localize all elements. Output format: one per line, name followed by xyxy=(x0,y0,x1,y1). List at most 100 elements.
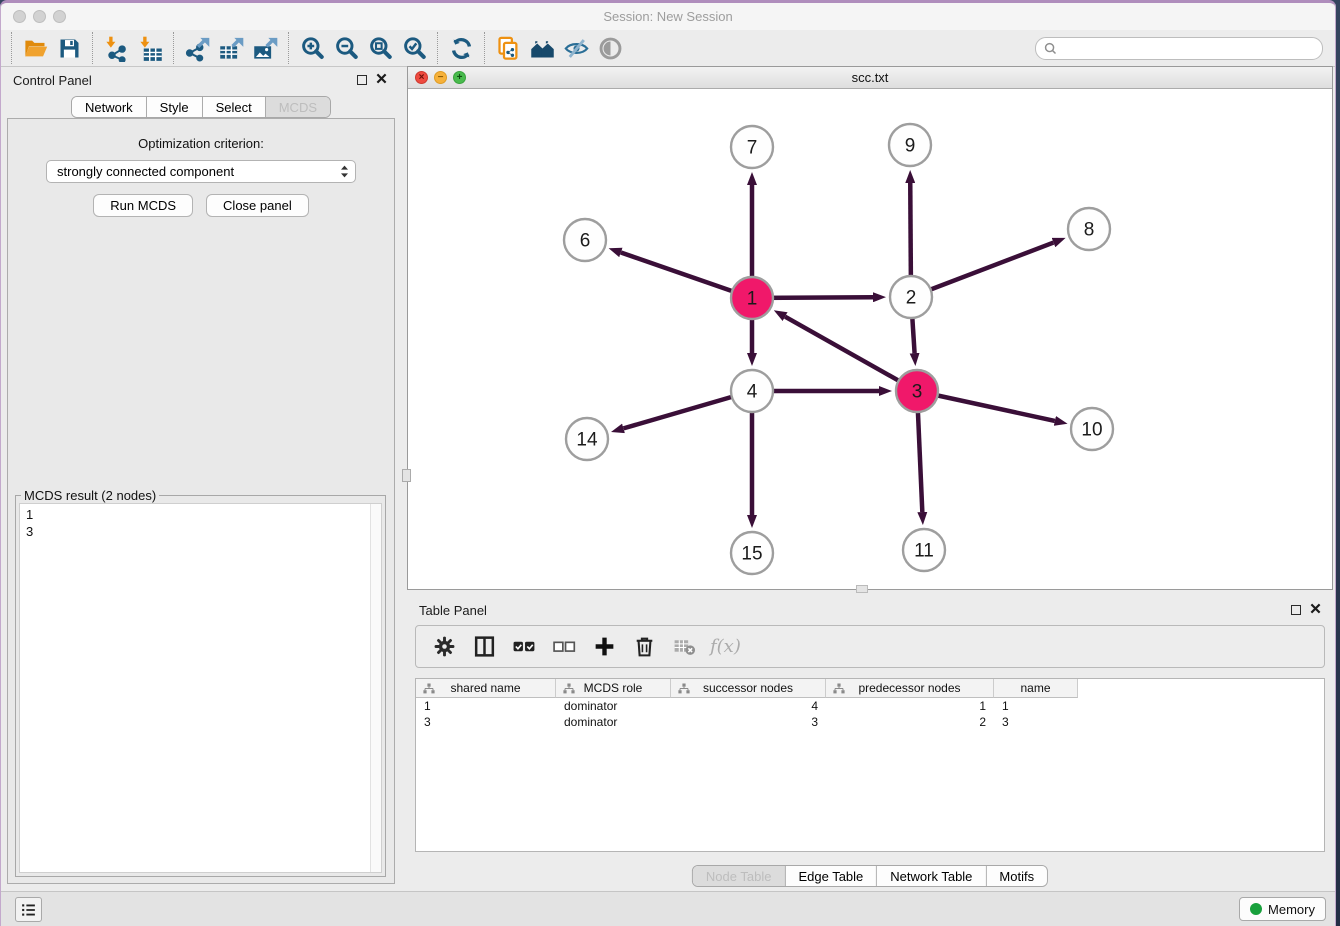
contrast-circle-icon xyxy=(597,35,624,62)
tab-network[interactable]: Network xyxy=(72,97,147,117)
network-graph[interactable]: 7 9 6 8 1 2 4 3 14 10 15 11 xyxy=(408,89,1332,589)
toolbar-separator xyxy=(92,32,93,64)
table-cell[interactable]: 1 xyxy=(826,698,994,714)
columns-icon xyxy=(472,634,497,659)
table-cell[interactable]: 4 xyxy=(671,698,826,714)
network-canvas[interactable]: 7 9 6 8 1 2 4 3 14 10 15 11 xyxy=(408,89,1332,589)
table-cell[interactable]: 3 xyxy=(994,714,1078,730)
svg-text:4: 4 xyxy=(747,382,758,403)
export-network-button[interactable] xyxy=(180,32,214,64)
task-history-button[interactable] xyxy=(15,897,42,922)
column-header-name[interactable]: name xyxy=(994,679,1078,698)
table-cell[interactable]: 1 xyxy=(416,698,556,714)
export-table-icon xyxy=(218,35,245,62)
table-tab-node-table[interactable]: Node Table xyxy=(693,866,786,886)
float-panel-icon[interactable] xyxy=(357,75,367,85)
table-tab-motifs[interactable]: Motifs xyxy=(986,866,1047,886)
export-image-button[interactable] xyxy=(248,32,282,64)
tab-mcds[interactable]: MCDS xyxy=(266,97,330,117)
deselect-all-columns-button[interactable] xyxy=(546,630,582,664)
table-tab-network-table[interactable]: Network Table xyxy=(877,866,986,886)
graph-node-6[interactable]: 6 xyxy=(564,219,606,261)
save-session-button[interactable] xyxy=(52,32,86,64)
graph-node-11[interactable]: 11 xyxy=(903,529,945,571)
vertical-splitter-handle[interactable] xyxy=(402,469,411,482)
graph-node-7[interactable]: 7 xyxy=(731,126,773,168)
network-overview-button[interactable] xyxy=(525,32,559,64)
svg-text:11: 11 xyxy=(914,541,934,562)
delete-table-button xyxy=(666,630,702,664)
table-cell[interactable]: dominator xyxy=(556,698,671,714)
table-tabs: Node TableEdge TableNetwork TableMotifs xyxy=(692,865,1048,887)
table-cell[interactable]: 1 xyxy=(994,698,1078,714)
table-row[interactable]: 3dominator323 xyxy=(416,714,1324,730)
table-settings-button[interactable] xyxy=(426,630,462,664)
column-header-predecessor-nodes[interactable]: predecessor nodes xyxy=(826,679,994,698)
close-panel-icon[interactable] xyxy=(376,71,387,89)
birds-eye-toggle-button[interactable] xyxy=(593,32,627,64)
column-header-successor-nodes[interactable]: successor nodes xyxy=(671,679,826,698)
search-input[interactable] xyxy=(1062,42,1322,56)
open-session-button[interactable] xyxy=(18,32,52,64)
graph-node-10[interactable]: 10 xyxy=(1071,408,1113,450)
clone-network-button[interactable] xyxy=(491,32,525,64)
svg-text:9: 9 xyxy=(905,136,916,157)
table-cell[interactable]: 3 xyxy=(671,714,826,730)
result-scrollbar[interactable] xyxy=(370,504,381,872)
zoom-out-button[interactable] xyxy=(329,32,363,64)
window-title: Session: New Session xyxy=(1,9,1335,24)
zoom-fit-button[interactable] xyxy=(363,32,397,64)
show-column-button[interactable] xyxy=(466,630,502,664)
hide-panels-button[interactable] xyxy=(559,32,593,64)
graph-node-9[interactable]: 9 xyxy=(889,124,931,166)
delete-table-icon xyxy=(672,634,697,659)
close-table-panel-icon[interactable] xyxy=(1310,601,1321,619)
zoom-in-button[interactable] xyxy=(295,32,329,64)
table-row[interactable]: 1dominator411 xyxy=(416,698,1324,714)
table-cell[interactable]: 3 xyxy=(416,714,556,730)
table-panel: Table Panel xyxy=(407,597,1333,891)
export-table-button[interactable] xyxy=(214,32,248,64)
toolbar-separator xyxy=(437,32,438,64)
import-table-button[interactable] xyxy=(133,32,167,64)
column-header-shared-name[interactable]: shared name xyxy=(416,679,556,698)
graph-node-3[interactable]: 3 xyxy=(896,370,938,412)
optimization-criterion-select[interactable]: strongly connected component xyxy=(46,160,356,183)
refresh-view-button[interactable] xyxy=(444,32,478,64)
application-window: Session: New Session xyxy=(0,0,1336,926)
graph-node-15[interactable]: 15 xyxy=(731,532,773,574)
import-network-button[interactable] xyxy=(99,32,133,64)
close-panel-button[interactable]: Close panel xyxy=(206,194,309,217)
search-field[interactable] xyxy=(1035,37,1323,60)
export-image-icon xyxy=(252,35,279,62)
table-cell[interactable]: dominator xyxy=(556,714,671,730)
zoom-selected-button[interactable] xyxy=(397,32,431,64)
horizontal-splitter-handle[interactable] xyxy=(856,585,868,593)
graph-edge-2-8[interactable] xyxy=(911,243,1054,297)
memory-button[interactable]: Memory xyxy=(1239,897,1326,921)
network-window-title: scc.txt xyxy=(408,70,1332,85)
svg-text:15: 15 xyxy=(741,544,762,565)
graph-node-14[interactable]: 14 xyxy=(566,418,608,460)
mcds-result-text[interactable]: 1 3 xyxy=(20,504,370,872)
table-cell[interactable]: 2 xyxy=(826,714,994,730)
add-column-button[interactable] xyxy=(586,630,622,664)
graph-node-1[interactable]: 1 xyxy=(731,277,773,319)
graph-edge-3-1[interactable] xyxy=(785,317,917,391)
graph-node-2[interactable]: 2 xyxy=(890,276,932,318)
float-table-panel-icon[interactable] xyxy=(1291,605,1301,615)
column-header-mcds-role[interactable]: MCDS role xyxy=(556,679,671,698)
graph-node-4[interactable]: 4 xyxy=(731,370,773,412)
tab-style[interactable]: Style xyxy=(147,97,203,117)
trash-icon xyxy=(632,634,657,659)
toolbar-separator xyxy=(11,32,12,64)
run-mcds-button[interactable]: Run MCDS xyxy=(93,194,193,217)
table-tab-edge-table[interactable]: Edge Table xyxy=(785,866,877,886)
list-icon xyxy=(20,902,37,918)
graph-node-8[interactable]: 8 xyxy=(1068,208,1110,250)
delete-column-button[interactable] xyxy=(626,630,662,664)
import-table-icon xyxy=(137,35,164,62)
tab-select[interactable]: Select xyxy=(203,97,266,117)
svg-text:7: 7 xyxy=(747,138,758,159)
select-all-columns-button[interactable] xyxy=(506,630,542,664)
